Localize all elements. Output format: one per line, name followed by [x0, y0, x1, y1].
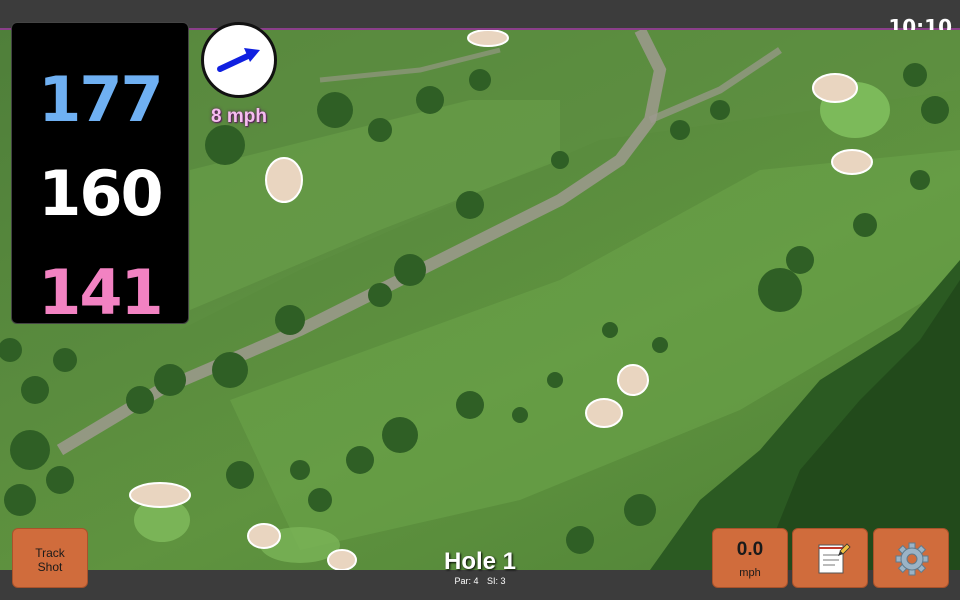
notepad-icon	[818, 543, 851, 574]
distance-back: 177	[38, 63, 163, 136]
speed-unit: mph	[739, 567, 761, 579]
hole-par: Par: 4	[454, 576, 479, 586]
notes-button[interactable]	[792, 528, 868, 588]
distance-front: 141	[38, 256, 163, 329]
hole-title: Hole 1	[443, 548, 517, 575]
wind-arrow-icon	[217, 48, 260, 72]
wind-speed-label: 8 mph	[211, 106, 267, 127]
speed-button[interactable]: 0.0 mph	[712, 528, 788, 588]
hole-stroke-index: SI: 3	[487, 576, 506, 586]
settings-button[interactable]	[873, 528, 949, 588]
track-shot-label-line2: Shot	[37, 560, 63, 574]
distance-panel: 177 160 141	[11, 22, 189, 329]
distance-center: 160	[38, 157, 163, 230]
track-shot-button[interactable]: Track Shot	[12, 528, 88, 588]
hole-meta: Par: 4 SI: 3	[380, 576, 580, 586]
gear-icon	[895, 542, 929, 576]
track-shot-label-line1: Track	[35, 546, 65, 560]
speed-value: 0.0	[736, 539, 764, 560]
hole-info: Hole 1 Par: 4 SI: 3	[380, 548, 580, 586]
wind-indicator	[201, 22, 277, 98]
